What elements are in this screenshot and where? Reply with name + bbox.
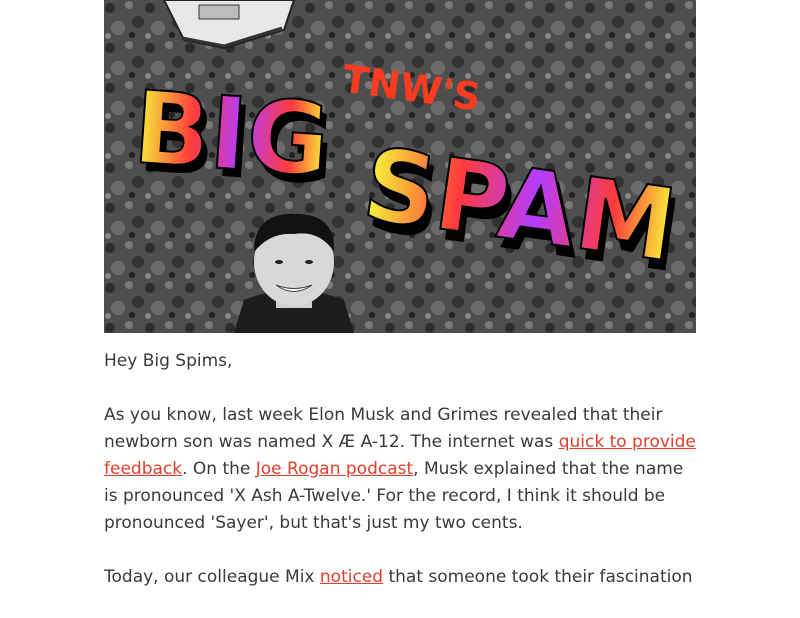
greeting: Hey Big Spims, (104, 351, 233, 371)
paragraph-today: Today, our colleague Mix noticed that so… (104, 564, 696, 591)
hero-image: TNW'S BIG BIG SPAM SPAM (104, 0, 696, 333)
noticed-link[interactable]: noticed (320, 567, 383, 587)
paragraph-intro: As you know, last week Elon Musk and Gri… (104, 402, 696, 537)
hero-banner: TNW'S BIG BIG SPAM SPAM (104, 0, 696, 333)
paragraph-today-text-1: Today, our colleague Mix (104, 567, 320, 587)
paragraph-today-text-2: that someone took their fascination (383, 567, 693, 587)
hero-title-line1-face: BIG (130, 69, 333, 199)
paragraph-intro-text-2: . On the (182, 459, 256, 479)
email-view: TNW'S BIG BIG SPAM SPAM Hey Big Spims, A… (0, 0, 800, 600)
podcast-link[interactable]: Joe Rogan podcast (256, 459, 413, 479)
email-body: Hey Big Spims, As you know, last week El… (104, 348, 696, 618)
